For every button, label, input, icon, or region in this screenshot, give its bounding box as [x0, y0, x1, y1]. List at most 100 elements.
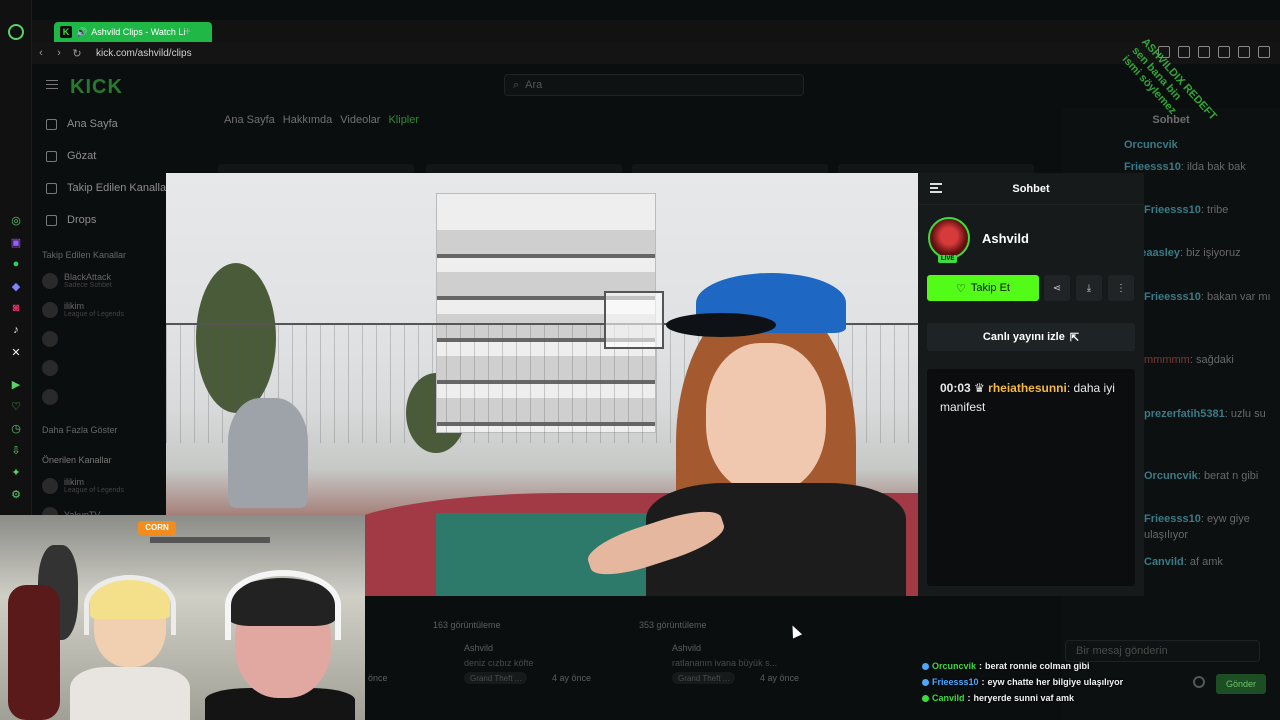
opera-icon[interactable]	[8, 24, 24, 40]
clip-game-badge[interactable]: Grand Theft ...	[672, 672, 736, 684]
more-button[interactable]: ⋮	[1108, 275, 1134, 301]
home-icon	[46, 118, 57, 130]
clip-game-badge[interactable]: Grand Theft ...	[464, 672, 528, 684]
share-icon: ⋖	[1052, 282, 1062, 294]
chat-heading: Sohbet	[1012, 182, 1050, 195]
snapshot-icon[interactable]	[1178, 46, 1190, 58]
download-icon[interactable]: ⇩	[8, 442, 24, 458]
speaker-icon[interactable]: 🔊	[76, 27, 87, 38]
streamer-name[interactable]: Ashvild	[982, 231, 1029, 246]
channel-item[interactable]	[32, 382, 182, 411]
sidebar-item-following[interactable]: Takip Edilen Kanallar	[32, 172, 182, 204]
chat-input-placeholder: Bir mesaj gönderin	[1076, 645, 1168, 657]
heart-icon: ♡	[955, 282, 966, 295]
channel-name: BlackAttack	[64, 272, 112, 282]
forward-icon[interactable]: ›	[50, 47, 68, 59]
channel-item[interactable]: ilikim League of Legends	[32, 471, 182, 500]
avatar	[42, 388, 58, 405]
x-icon[interactable]: ✕	[8, 344, 24, 360]
heart-icon[interactable]: ♡	[8, 398, 24, 414]
discord-icon[interactable]: ◆	[8, 278, 24, 294]
chat-username[interactable]: prezerfatih5381	[1144, 408, 1225, 420]
clip-title[interactable]: ratlananın ivana büyük s...	[672, 658, 777, 668]
channel-category: League of Legends	[64, 311, 124, 318]
settings-icon[interactable]: ⚙	[8, 486, 24, 502]
instagram-icon[interactable]: ◙	[8, 300, 24, 316]
channel-name: ilikim	[64, 301, 84, 311]
reload-icon[interactable]: ↻	[68, 47, 86, 60]
clip-age: önce	[368, 673, 388, 683]
tab-videos[interactable]: Videolar	[340, 114, 380, 126]
show-more-link[interactable]: Daha Fazla Göster	[32, 411, 182, 441]
hamburger-icon[interactable]	[46, 80, 58, 89]
channel-item[interactable]	[32, 353, 182, 382]
sidebar-item-drops[interactable]: Drops	[32, 204, 182, 236]
whatsapp-icon[interactable]: ●	[8, 256, 24, 272]
chat-username[interactable]: Frieesss10	[1144, 204, 1201, 216]
kick-logo[interactable]: KICK	[70, 76, 123, 99]
channel-item[interactable]	[32, 324, 182, 353]
kick-favicon-icon: K	[60, 26, 72, 38]
overlay-text: berat ronnie colman gibi	[985, 661, 1090, 671]
menu-icon[interactable]	[1258, 46, 1270, 58]
new-tab-button[interactable]: +	[184, 24, 191, 38]
chatgpt-icon[interactable]: ◎	[8, 212, 24, 228]
vpn-icon[interactable]	[1198, 46, 1210, 58]
person-background	[228, 398, 308, 508]
follow-button[interactable]: ♡ Takip Et	[927, 275, 1039, 301]
shirt	[70, 667, 190, 720]
chat-username[interactable]: Frieesss10	[1144, 291, 1201, 303]
tab-home[interactable]: Ana Sayfa	[224, 114, 275, 126]
back-icon[interactable]: ‹	[32, 47, 50, 59]
share-button[interactable]: ⋖	[1044, 275, 1070, 301]
account-icon[interactable]	[1238, 46, 1250, 58]
crown-icon: ♛	[974, 381, 985, 395]
channel-item[interactable]: BlackAttack Sadece Sohbet	[32, 266, 182, 295]
extensions-icon[interactable]: ✦	[8, 464, 24, 480]
sidebar-item-home[interactable]: Ana Sayfa	[32, 108, 182, 140]
history-icon[interactable]: ◷	[8, 420, 24, 436]
download-button[interactable]: ⤓	[1076, 275, 1102, 301]
search-input[interactable]: ⌕ Ara	[504, 74, 804, 96]
tiktok-icon[interactable]: ♪	[8, 322, 24, 338]
tab-about[interactable]: Hakkımda	[283, 114, 333, 126]
follow-label: Takip Et	[970, 282, 1010, 294]
sidebar-item-browse[interactable]: Gözat	[32, 140, 182, 172]
recommended-heading: Önerilen Kanallar	[42, 455, 112, 465]
channel-category: League of Legends	[64, 487, 124, 494]
cap-brim	[666, 313, 776, 337]
chat-username[interactable]: Orcuncvik	[1124, 139, 1178, 151]
chat-timestamp: 00:03	[940, 381, 971, 395]
avatar[interactable]: LIVE	[928, 217, 970, 263]
player-icon[interactable]: ▶	[8, 376, 24, 392]
webcam-overlay: CORN	[0, 515, 365, 720]
chat-username[interactable]: rheiathesunni	[988, 381, 1067, 395]
chat-message: Canvild: af amk	[1144, 556, 1223, 568]
watch-live-button[interactable]: Canlı yayını izle ⇱	[927, 323, 1135, 351]
send-button[interactable]: Gönder	[1216, 674, 1266, 694]
chat-settings-icon[interactable]	[1193, 676, 1205, 688]
clip-title[interactable]: deniz cızbız köfte	[464, 658, 534, 668]
wall-sign: CORN	[138, 521, 176, 535]
chat-username[interactable]: Frieesss10	[1144, 513, 1201, 525]
channel-item[interactable]: ilikim League of Legends	[32, 295, 182, 324]
live-badge: LIVE	[938, 255, 958, 263]
tab-clips[interactable]: Klipler	[388, 114, 419, 126]
overlay-text: eyw chatte her bilgiye ulaşılıyor	[987, 677, 1124, 687]
heart-icon	[46, 182, 57, 194]
chat-username[interactable]: mmmmm	[1144, 354, 1190, 366]
chat-username[interactable]: Frieesss10	[1124, 161, 1181, 173]
chat-text: ilda bak bak	[1187, 161, 1246, 173]
twitch-icon[interactable]: ▣	[8, 234, 24, 250]
collapse-chat-icon[interactable]	[930, 183, 942, 193]
download-icon: ⤓	[1086, 282, 1092, 294]
chat-text: bakan var mı	[1207, 291, 1271, 303]
chat-message: Frieesss10: bakan var mı	[1144, 291, 1271, 303]
chat-text: biz işiyoruz	[1186, 247, 1241, 259]
heart-toolbar-icon[interactable]	[1218, 46, 1230, 58]
chat-username[interactable]: Canvild	[1144, 556, 1184, 568]
url-field[interactable]: kick.com/ashvild/clips	[96, 48, 192, 59]
clip-channel: Ashvild	[464, 643, 494, 653]
clip-views: 353 görüntüleme	[639, 620, 707, 630]
chat-username[interactable]: Orcuncvik	[1144, 470, 1198, 482]
